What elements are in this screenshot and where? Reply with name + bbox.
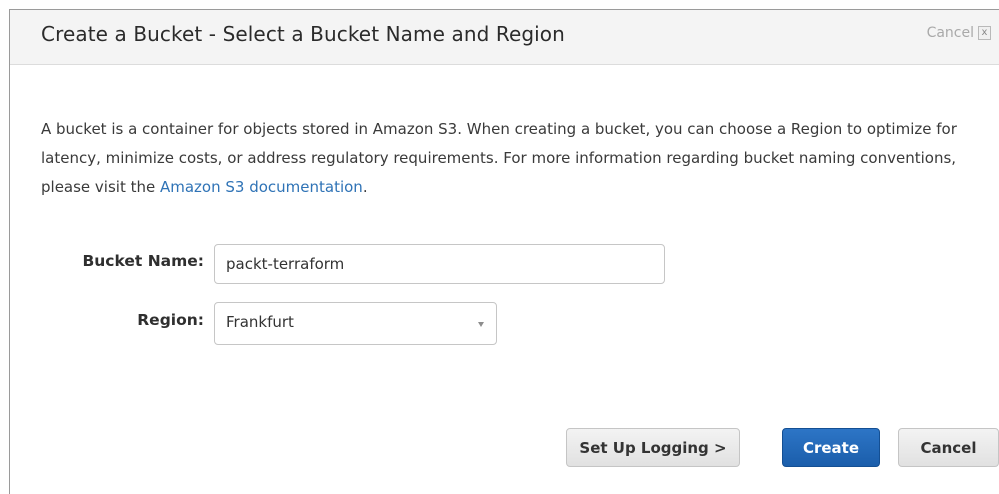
close-icon[interactable]: x (978, 26, 991, 40)
dialog-title: Create a Bucket - Select a Bucket Name a… (41, 22, 565, 46)
description-trailing: . (362, 178, 368, 196)
bucket-name-label: Bucket Name: (82, 252, 204, 270)
header-cancel-label[interactable]: Cancel (927, 25, 974, 41)
create-button[interactable]: Create (782, 428, 880, 467)
setup-logging-button[interactable]: Set Up Logging > (566, 428, 740, 467)
chevron-down-icon (478, 322, 484, 327)
bucket-name-input[interactable] (214, 244, 665, 284)
dialog-header: Create a Bucket - Select a Bucket Name a… (10, 10, 999, 65)
s3-documentation-link[interactable]: Amazon S3 documentation (160, 178, 363, 196)
region-selected-value: Frankfurt (226, 313, 294, 331)
cancel-button[interactable]: Cancel (898, 428, 999, 467)
header-cancel-link[interactable]: Cancel x (927, 25, 991, 41)
region-select[interactable]: Frankfurt (214, 302, 497, 345)
create-bucket-dialog: Create a Bucket - Select a Bucket Name a… (9, 9, 999, 494)
description-text: A bucket is a container for objects stor… (41, 115, 991, 202)
region-label: Region: (137, 311, 204, 329)
